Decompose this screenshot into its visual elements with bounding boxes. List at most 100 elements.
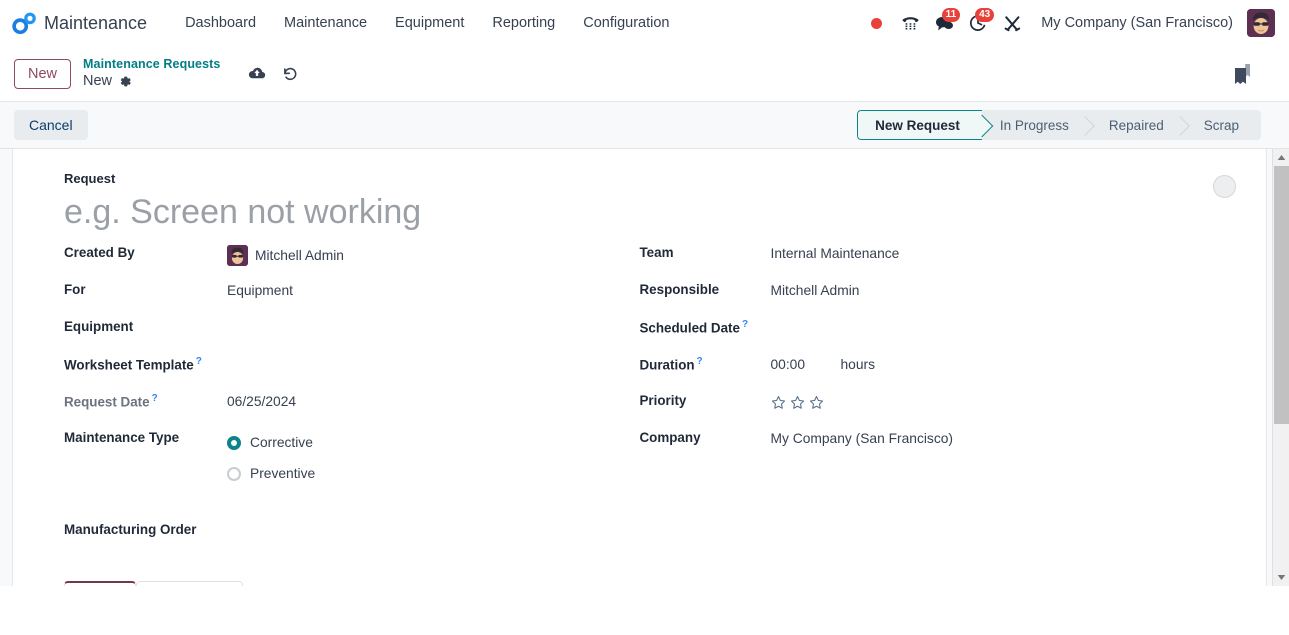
status-repaired[interactable]: Repaired xyxy=(1091,110,1186,140)
field-responsible: Responsible Mitchell Admin xyxy=(640,279,1241,316)
priority-stars xyxy=(771,390,824,410)
status-in-progress[interactable]: In Progress xyxy=(982,110,1091,140)
priority-star-3[interactable] xyxy=(809,395,824,410)
breadcrumb-bar: New Maintenance Requests New xyxy=(0,46,1289,101)
notebook: Notes Instructions Internal Notes xyxy=(64,580,1266,586)
field-maintenance-type: Maintenance Type Corrective Preventive xyxy=(64,427,630,489)
team-value[interactable]: Internal Maintenance xyxy=(771,242,900,262)
maintenance-type-options: Corrective Preventive xyxy=(227,427,315,489)
help-icon[interactable]: ? xyxy=(152,393,158,404)
field-manufacturing-order: Manufacturing Order xyxy=(64,519,1240,556)
cloud-upload-icon[interactable] xyxy=(248,66,266,81)
systray: 11 43 My Company (San Francisco) xyxy=(861,8,1279,38)
tools-icon[interactable] xyxy=(997,8,1027,38)
radio-option-corrective[interactable]: Corrective xyxy=(227,427,315,458)
chat-bubble-icon[interactable]: 11 xyxy=(929,8,961,38)
help-icon[interactable]: ? xyxy=(697,356,703,367)
duration-label-text: Duration xyxy=(639,357,695,373)
menu-item-configuration[interactable]: Configuration xyxy=(569,9,683,37)
radio-preventive-icon[interactable] xyxy=(227,466,241,481)
request-field-label: Request xyxy=(64,171,116,186)
top-navbar: Maintenance Dashboard Maintenance Equipm… xyxy=(0,0,1289,46)
company-value[interactable]: My Company (San Francisco) xyxy=(771,427,953,447)
request-name-input[interactable]: e.g. Screen not working xyxy=(64,188,1240,236)
cancel-button[interactable]: Cancel xyxy=(14,110,88,140)
menu-item-reporting[interactable]: Reporting xyxy=(478,9,569,37)
form-column-right: Team Internal Maintenance Responsible Mi… xyxy=(640,242,1241,489)
maintenance-type-label: Maintenance Type xyxy=(64,430,180,445)
bookmark-icon[interactable] xyxy=(1231,61,1277,87)
main-menu: Dashboard Maintenance Equipment Reportin… xyxy=(171,9,683,37)
priority-star-2[interactable] xyxy=(790,395,805,410)
duration-unit-label: hours xyxy=(840,357,876,372)
scrollbar-thumb[interactable] xyxy=(1274,166,1289,424)
gear-icon[interactable] xyxy=(119,75,132,88)
priority-star-1[interactable] xyxy=(771,395,786,410)
menu-item-maintenance[interactable]: Maintenance xyxy=(270,9,381,37)
form-sheet: Request e.g. Screen not working Created … xyxy=(12,149,1267,586)
radio-option-preventive[interactable]: Preventive xyxy=(227,458,315,489)
status-new-request[interactable]: New Request xyxy=(857,110,982,140)
radio-corrective-icon[interactable] xyxy=(227,435,241,450)
manufacturing-order-label: Manufacturing Order xyxy=(64,522,197,537)
created-by-label: Created By xyxy=(64,245,135,260)
odoo-logo-icon[interactable] xyxy=(12,10,38,36)
company-selector[interactable]: My Company (San Francisco) xyxy=(1031,15,1243,31)
messages-badge: 11 xyxy=(941,8,961,22)
record-dot-icon[interactable] xyxy=(861,8,891,38)
duration-input[interactable]: 00:00 xyxy=(771,357,834,372)
duration-value-group: 00:00 hours xyxy=(771,353,876,373)
worksheet-template-label-text: Worksheet Template xyxy=(64,357,194,373)
scheduled-date-label-text: Scheduled Date xyxy=(639,320,740,336)
field-equipment: Equipment xyxy=(64,316,630,353)
app-brand-title[interactable]: Maintenance xyxy=(44,13,147,34)
for-value[interactable]: Equipment xyxy=(227,279,293,299)
statusbar: New Request In Progress Repaired Scrap xyxy=(857,110,1261,140)
field-created-by: Created By Mitchell Admin xyxy=(64,242,630,279)
request-date-label: Request Date? xyxy=(64,390,227,409)
user-avatar[interactable] xyxy=(1247,9,1275,37)
equipment-label: Equipment xyxy=(64,319,134,334)
for-label: For xyxy=(64,282,86,297)
menu-item-equipment[interactable]: Equipment xyxy=(381,9,478,37)
created-by-avatar-icon xyxy=(227,245,248,266)
field-duration: Duration? 00:00 hours xyxy=(640,353,1241,390)
dialpad-icon[interactable] xyxy=(895,8,925,38)
vertical-scrollbar[interactable] xyxy=(1272,149,1289,586)
field-worksheet-template: Worksheet Template? xyxy=(64,353,630,390)
menu-item-dashboard[interactable]: Dashboard xyxy=(171,9,270,37)
radio-corrective-label[interactable]: Corrective xyxy=(250,435,313,450)
form-column-left: Created By Mitchell Admin For Equipment … xyxy=(39,242,640,489)
responsible-label: Responsible xyxy=(639,282,720,297)
field-team: Team Internal Maintenance xyxy=(640,242,1241,279)
breadcrumb-current: New xyxy=(83,73,113,89)
form-scroll-area: Request e.g. Screen not working Created … xyxy=(0,149,1289,586)
avatar-circle-icon[interactable] xyxy=(1213,175,1236,198)
help-icon[interactable]: ? xyxy=(742,319,748,330)
activities-badge: 43 xyxy=(975,8,995,22)
status-scrap[interactable]: Scrap xyxy=(1186,110,1261,140)
breadcrumb: Maintenance Requests New xyxy=(83,57,220,90)
created-by-name: Mitchell Admin xyxy=(255,248,344,263)
responsible-value[interactable]: Mitchell Admin xyxy=(771,279,860,299)
breadcrumb-parent-link[interactable]: Maintenance Requests xyxy=(83,57,220,72)
record-actions xyxy=(248,66,298,82)
form-columns: Created By Mitchell Admin For Equipment … xyxy=(39,242,1240,489)
scroll-up-arrow-icon[interactable] xyxy=(1273,149,1289,166)
team-label: Team xyxy=(639,245,674,260)
tab-notes[interactable]: Notes xyxy=(64,581,137,586)
notebook-tabs: Notes Instructions xyxy=(64,580,1266,586)
worksheet-template-label: Worksheet Template? xyxy=(64,353,227,372)
new-record-button[interactable]: New xyxy=(14,58,72,89)
clock-icon[interactable]: 43 xyxy=(963,8,995,38)
help-icon[interactable]: ? xyxy=(196,356,202,367)
tab-instructions[interactable]: Instructions xyxy=(136,581,243,586)
field-company: Company My Company (San Francisco) xyxy=(640,427,1241,464)
radio-preventive-label[interactable]: Preventive xyxy=(250,466,315,481)
control-panel: Cancel New Request In Progress Repaired … xyxy=(0,101,1289,149)
undo-icon[interactable] xyxy=(282,66,298,82)
request-date-input[interactable]: 06/25/2024 xyxy=(227,390,296,410)
scroll-down-arrow-icon[interactable] xyxy=(1273,569,1289,586)
request-date-label-text: Request Date xyxy=(64,394,150,410)
created-by-value[interactable]: Mitchell Admin xyxy=(227,242,344,266)
